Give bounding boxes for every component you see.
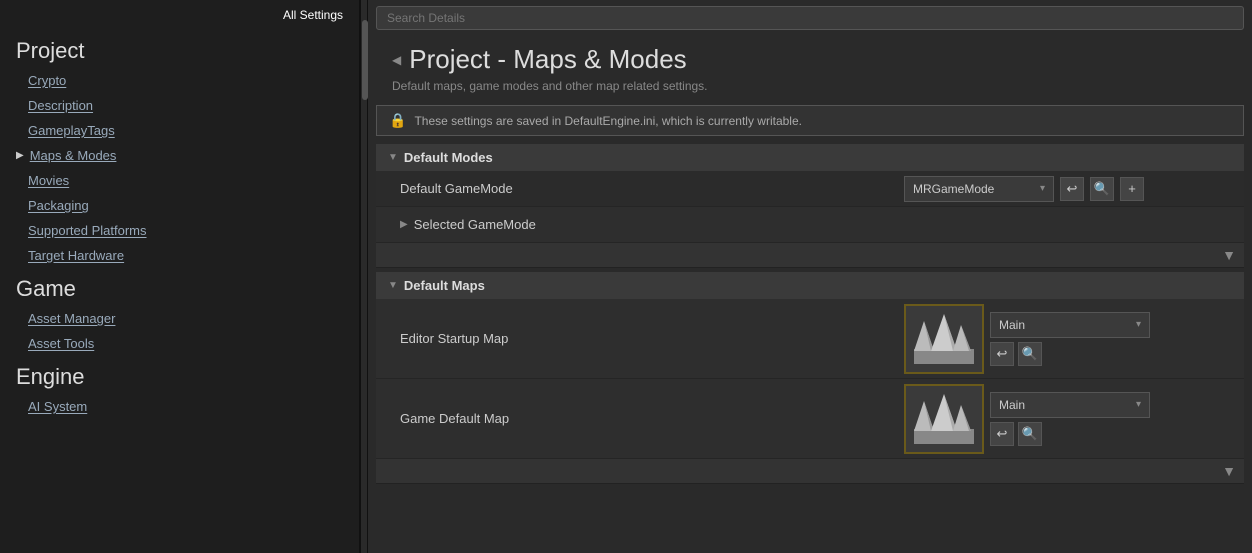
game-default-reset-btn[interactable]: ↩: [990, 422, 1014, 446]
selected-gamemode-row: ▶ Selected GameMode: [376, 207, 1244, 243]
page-subtitle: Default maps, game modes and other map r…: [368, 79, 1252, 101]
sidebar-item-asset-tools[interactable]: Asset Tools: [0, 331, 359, 356]
editor-startup-map-thumbnail: [904, 304, 984, 374]
game-default-map-value: Main ▾ ↩ 🔍: [896, 380, 1244, 458]
sidebar-item-ai-system[interactable]: AI System: [0, 394, 359, 419]
sidebar-item-gameplaytags[interactable]: GameplayTags: [0, 118, 359, 143]
editor-startup-map-label: Editor Startup Map: [376, 325, 896, 352]
sidebar-item-maps-modes[interactable]: ▶ Maps & Modes: [0, 143, 359, 168]
sidebar: All Settings Project Crypto Description …: [0, 0, 360, 553]
default-gamemode-row: Default GameMode MRGameMode ▾ ↩ 🔍 +: [376, 171, 1244, 207]
sidebar-item-movies[interactable]: Movies: [0, 168, 359, 193]
main-content: ◀ Project - Maps & Modes Default maps, g…: [368, 0, 1252, 553]
editor-startup-map-value: Main ▾ ↩ 🔍: [896, 300, 1244, 378]
sidebar-item-supported-platforms[interactable]: Supported Platforms: [0, 218, 359, 243]
info-bar: 🔒 These settings are saved in DefaultEng…: [376, 105, 1244, 136]
gamemode-search-btn[interactable]: 🔍: [1090, 177, 1114, 201]
game-map-thumbnail-svg: [909, 389, 979, 449]
sidebar-item-asset-manager[interactable]: Asset Manager: [0, 306, 359, 331]
gamemode-add-btn[interactable]: +: [1120, 177, 1144, 201]
default-modes-collapse-arrow: ▼: [388, 152, 398, 163]
default-gamemode-value: MRGameMode ▾ ↩ 🔍 +: [896, 172, 1244, 206]
default-maps-header[interactable]: ▼ Default Maps: [376, 272, 1244, 299]
selected-gamemode-label: ▶ Selected GameMode: [376, 211, 896, 238]
default-modes-label: Default Modes: [404, 150, 493, 165]
default-modes-down-arrow[interactable]: ▼: [1222, 247, 1236, 263]
lock-icon: 🔒: [389, 112, 406, 129]
game-default-map-thumbnail: [904, 384, 984, 454]
default-modes-header[interactable]: ▼ Default Modes: [376, 144, 1244, 171]
game-default-search-btn[interactable]: 🔍: [1018, 422, 1042, 446]
default-modes-footer: ▼: [376, 243, 1244, 268]
game-default-map-dropdown[interactable]: Main ▾: [990, 392, 1150, 418]
gamemode-dropdown-arrow: ▾: [1040, 183, 1045, 194]
sidebar-section-engine: Engine: [0, 356, 359, 394]
sidebar-item-description[interactable]: Description: [0, 93, 359, 118]
game-default-dropdown-arrow: ▾: [1136, 399, 1141, 410]
game-default-map-label: Game Default Map: [376, 405, 896, 432]
content-area: ▼ Default Modes Default GameMode MRGameM…: [368, 140, 1252, 553]
game-default-map-dropdown-value: Main: [999, 398, 1025, 412]
gamemode-reset-btn[interactable]: ↩: [1060, 177, 1084, 201]
page-back-arrow: ◀: [392, 53, 401, 67]
sidebar-section-game: Game: [0, 268, 359, 306]
gamemode-dropdown-value: MRGameMode: [913, 182, 994, 196]
editor-startup-reset-btn[interactable]: ↩: [990, 342, 1014, 366]
editor-startup-map-row: Editor Startup Map: [376, 299, 1244, 379]
editor-startup-search-btn[interactable]: 🔍: [1018, 342, 1042, 366]
map-thumbnail-svg: [909, 309, 979, 369]
sidebar-scroll-divider: [360, 0, 368, 553]
default-maps-footer: ▼: [376, 459, 1244, 484]
page-header: ◀ Project - Maps & Modes: [368, 36, 1252, 79]
page-title: Project - Maps & Modes: [409, 44, 686, 75]
sidebar-section-project: Project: [0, 30, 359, 68]
default-maps-collapse-arrow: ▼: [388, 280, 398, 291]
editor-startup-dropdown-arrow: ▾: [1136, 319, 1141, 330]
selected-gamemode-expand-arrow[interactable]: ▶: [400, 219, 408, 230]
default-gamemode-label: Default GameMode: [376, 175, 896, 202]
scroll-handle: [362, 20, 368, 100]
sidebar-item-crypto[interactable]: Crypto: [0, 68, 359, 93]
gamemode-dropdown[interactable]: MRGameMode ▾: [904, 176, 1054, 202]
info-message: These settings are saved in DefaultEngin…: [414, 114, 802, 128]
selected-gamemode-value: [896, 221, 1244, 229]
editor-startup-map-dropdown-value: Main: [999, 318, 1025, 332]
default-maps-label: Default Maps: [404, 278, 485, 293]
maps-modes-label: Maps & Modes: [30, 148, 117, 163]
all-settings-link[interactable]: All Settings: [0, 0, 359, 30]
sidebar-item-target-hardware[interactable]: Target Hardware: [0, 243, 359, 268]
sidebar-item-packaging[interactable]: Packaging: [0, 193, 359, 218]
default-maps-down-arrow[interactable]: ▼: [1222, 463, 1236, 479]
editor-startup-map-controls: Main ▾ ↩ 🔍: [990, 312, 1150, 366]
game-default-map-controls: Main ▾ ↩ 🔍: [990, 392, 1150, 446]
editor-startup-map-dropdown[interactable]: Main ▾: [990, 312, 1150, 338]
search-input[interactable]: [376, 6, 1244, 30]
game-default-map-row: Game Default Map Main: [376, 379, 1244, 459]
maps-modes-arrow: ▶: [16, 150, 24, 161]
